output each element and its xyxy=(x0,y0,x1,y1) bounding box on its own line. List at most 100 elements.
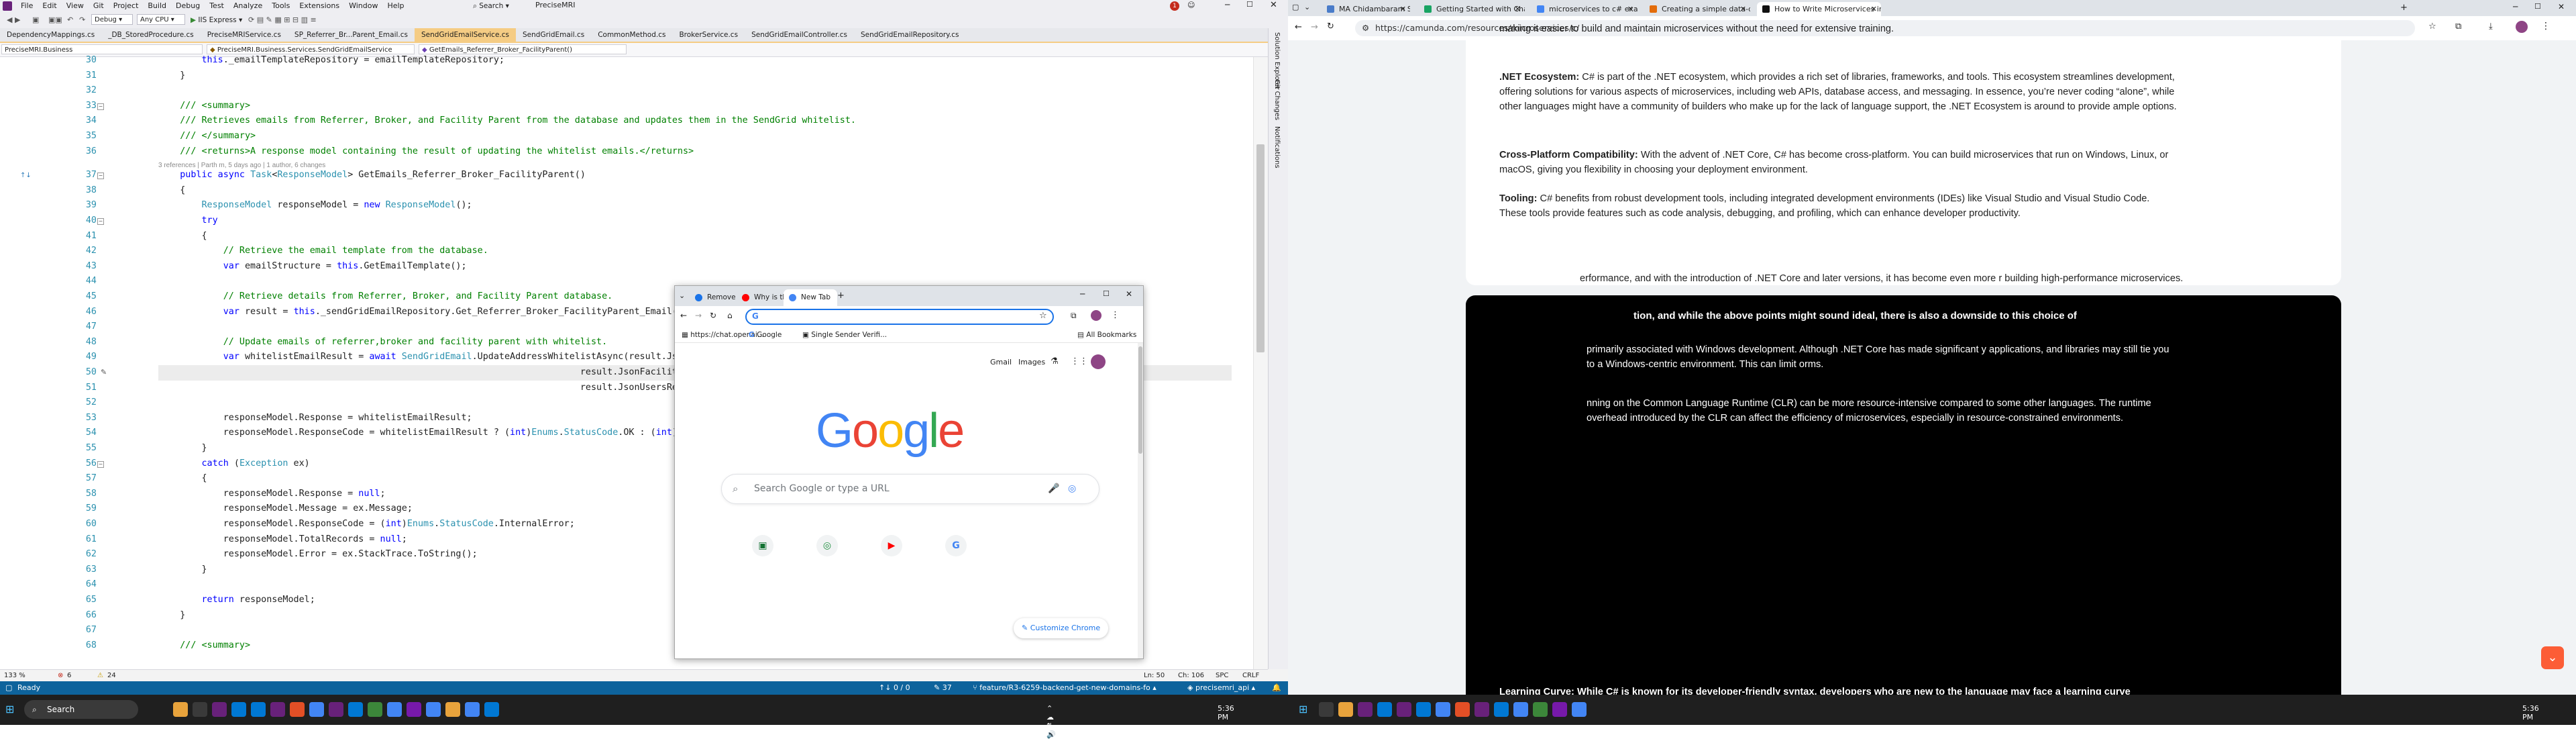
taskbar-app-icon[interactable] xyxy=(1377,702,1392,717)
menu-item-git[interactable]: Git xyxy=(89,0,109,12)
tab-close-icon[interactable]: ✕ xyxy=(1740,2,1746,16)
scrollbar-thumb[interactable] xyxy=(1256,144,1265,352)
taskbar-search[interactable]: ⌕ Search xyxy=(24,700,138,719)
bookmark-3[interactable]: ▣ Single Sender Verifi... xyxy=(802,328,887,342)
browser-tab[interactable]: microservices to c# example✕ xyxy=(1532,2,1638,16)
taskbar-app-icon[interactable] xyxy=(193,702,207,717)
menu-item-help[interactable]: Help xyxy=(382,0,409,12)
taskbar-app-icon[interactable] xyxy=(1416,702,1431,717)
menu-item-project[interactable]: Project xyxy=(109,0,144,12)
images-link[interactable]: Images xyxy=(1018,358,1045,366)
labs-icon[interactable]: ⚗ xyxy=(1051,356,1059,366)
menu-item-window[interactable]: Window xyxy=(344,0,382,12)
line-ending-indicator[interactable]: CRLF xyxy=(1242,670,1259,682)
taskbar-app-icon[interactable] xyxy=(231,702,246,717)
menu-item-file[interactable]: File xyxy=(16,0,38,12)
taskbar-app-icon[interactable] xyxy=(426,702,441,717)
config-select[interactable]: Debug ▾ xyxy=(91,14,133,25)
collapse-icon[interactable]: − xyxy=(97,460,104,468)
pending-changes[interactable]: ✎ 37 xyxy=(934,681,952,695)
taskbar-app-icon[interactable] xyxy=(1552,702,1567,717)
taskbar-app-icon[interactable] xyxy=(1455,702,1470,717)
editor-scrollbar[interactable] xyxy=(1253,57,1269,669)
code-line[interactable]: ResponseModel responseModel = new Respon… xyxy=(158,198,472,213)
browser-tab[interactable]: Getting Started with Chat GPT✕ xyxy=(1419,2,1525,16)
menu-icon[interactable]: ⋮ xyxy=(2541,21,2551,32)
bookmark-star-icon[interactable]: ☆ xyxy=(2428,21,2436,32)
reload-icon[interactable]: ↻ xyxy=(1327,21,1334,32)
tab-close-icon[interactable]: ✕ xyxy=(1871,2,1877,16)
tab-close-icon[interactable]: ✕ xyxy=(1627,2,1633,16)
taskbar-app-icon[interactable] xyxy=(407,702,421,717)
code-line[interactable]: responseModel.Response = null; xyxy=(158,487,386,502)
taskbar-app-icon[interactable] xyxy=(368,702,382,717)
document-tab[interactable]: BrokerService.cs xyxy=(672,28,745,42)
code-line[interactable]: var result = this._sendGridEmailReposito… xyxy=(158,305,688,320)
nav-back-icon[interactable]: ◀ ▶ xyxy=(7,15,20,24)
document-tab[interactable]: SP_Referrer_Br...Parent_Email.cs xyxy=(288,28,415,42)
notification-bell-icon[interactable]: 🔔 xyxy=(1272,681,1281,695)
close-icon[interactable]: ✕ xyxy=(1270,0,1277,10)
extensions-icon[interactable]: ⧉ xyxy=(2455,21,2461,32)
close-icon[interactable]: ✕ xyxy=(1126,289,1132,299)
browser-tab[interactable]: Creating a simple data-driven✕ xyxy=(1644,2,1750,16)
close-icon[interactable]: ✕ xyxy=(2558,2,2565,11)
system-tray-icons[interactable]: ⌃ ☁ ⇅ 🔊 xyxy=(1046,704,1056,739)
new-tab-icon[interactable]: + xyxy=(837,291,845,301)
document-tab[interactable]: SendGridEmailService.cs xyxy=(415,28,516,42)
gmail-link[interactable]: Gmail xyxy=(990,358,1012,366)
google-lens-icon[interactable]: ◎ xyxy=(1068,475,1076,503)
git-branch[interactable]: ⑂ feature/R3-6259-backend-get-new-domain… xyxy=(973,681,1157,695)
scrollbar-thumb[interactable] xyxy=(1138,346,1142,454)
apps-grid-icon[interactable]: ⋮⋮ xyxy=(1071,356,1088,366)
notification-badge[interactable]: 1 xyxy=(1170,1,1179,11)
code-line[interactable]: { xyxy=(158,183,185,199)
taskbar-app-icon[interactable] xyxy=(290,702,305,717)
code-line[interactable]: this._emailTemplateRepository = emailTem… xyxy=(158,53,504,68)
save-all-icon[interactable]: ▣▣ xyxy=(48,15,62,24)
redo-icon[interactable]: ↷ xyxy=(79,15,85,24)
code-line[interactable]: { xyxy=(158,229,207,244)
side-panel-git-changes[interactable]: Git Changes xyxy=(1273,79,1281,120)
document-tab[interactable]: SendGridEmailController.cs xyxy=(745,28,854,42)
document-tab[interactable]: SendGridEmailRepository.cs xyxy=(854,28,966,42)
code-line[interactable]: responseModel.ResponseCode = (int)Enums.… xyxy=(158,517,575,532)
taskbar-app-icon[interactable] xyxy=(1358,702,1373,717)
back-icon[interactable]: ← xyxy=(1295,22,1302,32)
menu-item-build[interactable]: Build xyxy=(143,0,171,12)
browser-tab[interactable]: How to Write Microservices in ✕ xyxy=(1757,2,1881,16)
downloads-icon[interactable]: ⤓ xyxy=(2489,21,2493,32)
profile-avatar[interactable] xyxy=(2516,21,2528,33)
collapse-icon[interactable]: − xyxy=(97,103,104,110)
code-line[interactable]: return responseModel; xyxy=(158,593,315,608)
taskbar-app-icon[interactable] xyxy=(1513,702,1528,717)
maximize-icon[interactable]: ☐ xyxy=(1103,289,1110,298)
back-icon[interactable]: ← xyxy=(680,311,687,320)
menu-item-debug[interactable]: Debug xyxy=(171,0,205,12)
new-tab-icon[interactable]: + xyxy=(2400,3,2408,13)
taskbar-app-icon[interactable] xyxy=(1494,702,1509,717)
shortcut-1-icon[interactable]: ▣ xyxy=(752,535,773,556)
code-line[interactable]: // Retrieve details from Referrer, Broke… xyxy=(158,289,612,305)
run-button[interactable]: ▶ IIS Express ▾ xyxy=(191,15,242,26)
taskbar-app-icon[interactable] xyxy=(1319,702,1334,717)
taskbar-app-icon[interactable] xyxy=(1338,702,1353,717)
menu-item-tools[interactable]: Tools xyxy=(267,0,294,12)
taskbar-app-icon[interactable] xyxy=(270,702,285,717)
tab-search-icon[interactable]: ⌄ xyxy=(679,291,685,300)
git-repo[interactable]: ◈ precisemri_api ▴ xyxy=(1187,681,1255,695)
code-line[interactable]: } xyxy=(158,608,185,624)
taskbar-app-icon[interactable] xyxy=(1572,702,1587,717)
code-line[interactable]: } xyxy=(158,441,207,456)
scrollbar[interactable] xyxy=(1138,343,1143,658)
warning-count[interactable]: 24 xyxy=(107,670,116,682)
toolbar-icons[interactable]: ⟳ ▤ ✎ ▦ ⊞ ⊟ ▥ ≡ xyxy=(248,15,317,24)
taskbar-app-icon[interactable] xyxy=(329,702,343,717)
code-line[interactable]: catch (Exception ex) xyxy=(158,456,310,472)
extensions-icon[interactable]: ⧉ xyxy=(1071,311,1077,321)
document-tab[interactable]: PreciseMRIService.cs xyxy=(201,28,288,42)
spacing-indicator[interactable]: SPC xyxy=(1216,670,1228,682)
git-arrows[interactable]: ↑↓ 0 / 0 xyxy=(879,681,910,695)
code-line[interactable]: /// Retrieves emails from Referrer, Brok… xyxy=(158,113,856,129)
code-line[interactable]: } xyxy=(158,68,185,84)
